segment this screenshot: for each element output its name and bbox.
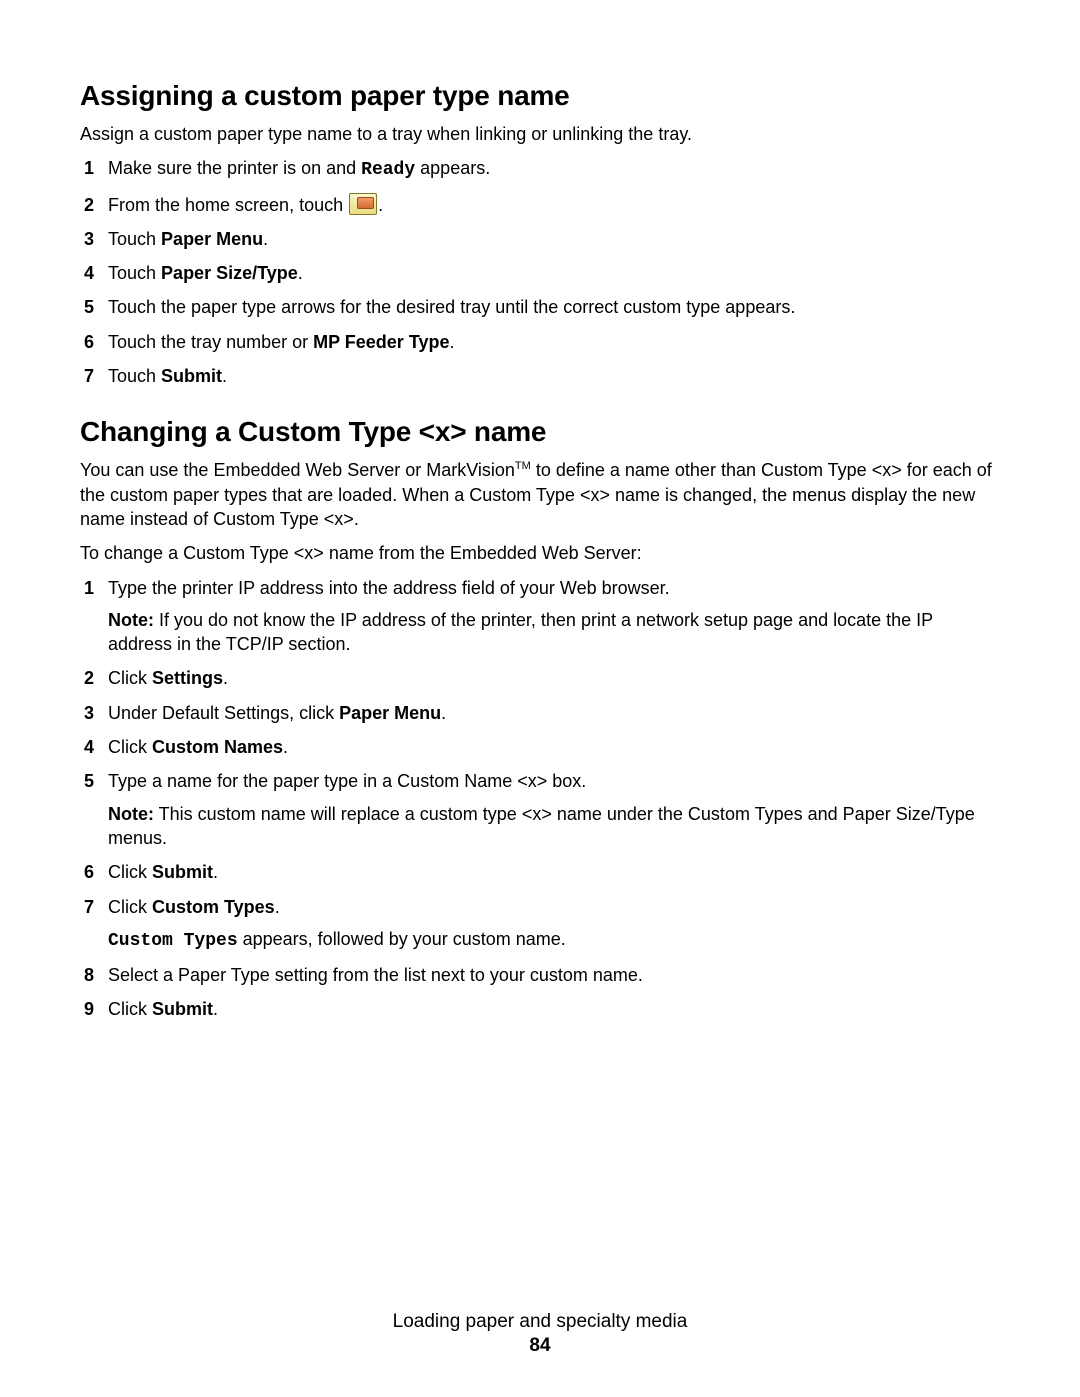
section2-step-8: Select a Paper Type setting from the lis…	[80, 963, 1000, 987]
section2-step-5: Type a name for the paper type in a Cust…	[80, 769, 1000, 850]
section2-step-1: Type the printer IP address into the add…	[80, 576, 1000, 657]
step-text: Under Default Settings, click	[108, 703, 339, 723]
step-text: Make sure the printer is on and	[108, 158, 361, 178]
section2-intro: You can use the Embedded Web Server or M…	[80, 458, 1000, 531]
step-text: Touch the paper type arrows for the desi…	[108, 297, 795, 317]
section2-step-6: Click Submit.	[80, 860, 1000, 884]
subtext-rest: appears, followed by your custom name.	[238, 929, 566, 949]
section2-step-9: Click Submit.	[80, 997, 1000, 1021]
section1-step-4: Touch Paper Size/Type.	[80, 261, 1000, 285]
step1-note: Note: If you do not know the IP address …	[108, 608, 1000, 657]
step-text: .	[378, 195, 383, 215]
step-text: Select a Paper Type setting from the lis…	[108, 965, 643, 985]
step-text: .	[222, 366, 227, 386]
submit-label: Submit	[152, 999, 213, 1019]
step-text: .	[223, 668, 228, 688]
submit-label: Submit	[161, 366, 222, 386]
step5-note: Note: This custom name will replace a cu…	[108, 802, 1000, 851]
custom-names-label: Custom Names	[152, 737, 283, 757]
section2-step-7: Click Custom Types. Custom Types appears…	[80, 895, 1000, 954]
step-text: .	[450, 332, 455, 352]
section1-step-3: Touch Paper Menu.	[80, 227, 1000, 251]
step7-subtext: Custom Types appears, followed by your c…	[108, 927, 1000, 953]
note-label: Note:	[108, 610, 154, 630]
page-content: Assigning a custom paper type name Assig…	[0, 0, 1080, 1397]
footer-section-title: Loading paper and specialty media	[0, 1311, 1080, 1333]
section2-intro2: To change a Custom Type <x> name from th…	[80, 541, 1000, 565]
step-text: .	[441, 703, 446, 723]
step-text: Touch	[108, 263, 161, 283]
trademark-symbol: TM	[515, 460, 531, 472]
step-text: .	[213, 862, 218, 882]
step-text: Type a name for the paper type in a Cust…	[108, 771, 586, 791]
paper-menu-label: Paper Menu	[161, 229, 263, 249]
step-text: Click	[108, 999, 152, 1019]
step-text: .	[298, 263, 303, 283]
ready-text: Ready	[361, 160, 415, 180]
step-text: Click	[108, 668, 152, 688]
step-text: Click	[108, 862, 152, 882]
note-text: This custom name will replace a custom t…	[108, 804, 975, 848]
settings-menu-icon	[349, 193, 377, 215]
step-text: .	[283, 737, 288, 757]
step-text: .	[213, 999, 218, 1019]
section1-step-2: From the home screen, touch .	[80, 193, 1000, 217]
note-label: Note:	[108, 804, 154, 824]
section1-step-6: Touch the tray number or MP Feeder Type.	[80, 330, 1000, 354]
section1-steps: Make sure the printer is on and Ready ap…	[80, 156, 1000, 388]
submit-label: Submit	[152, 862, 213, 882]
step-text: Click	[108, 897, 152, 917]
step-text: .	[263, 229, 268, 249]
section1-step-1: Make sure the printer is on and Ready ap…	[80, 156, 1000, 182]
step-text: appears.	[415, 158, 490, 178]
note-text: If you do not know the IP address of the…	[108, 610, 933, 654]
section2-step-3: Under Default Settings, click Paper Menu…	[80, 701, 1000, 725]
mp-feeder-type-label: MP Feeder Type	[313, 332, 449, 352]
step-text: From the home screen, touch	[108, 195, 348, 215]
step-text: Touch	[108, 229, 161, 249]
step-text: Touch the tray number or	[108, 332, 313, 352]
custom-types-label: Custom Types	[152, 897, 275, 917]
page-footer: Loading paper and specialty media 84	[0, 1311, 1080, 1357]
section1-step-5: Touch the paper type arrows for the desi…	[80, 295, 1000, 319]
section2-step-2: Click Settings.	[80, 666, 1000, 690]
settings-label: Settings	[152, 668, 223, 688]
section2-heading: Changing a Custom Type <x> name	[80, 416, 1000, 448]
paper-menu-label: Paper Menu	[339, 703, 441, 723]
step-text: Click	[108, 737, 152, 757]
section1-heading: Assigning a custom paper type name	[80, 80, 1000, 112]
section1-step-7: Touch Submit.	[80, 364, 1000, 388]
footer-page-number: 84	[0, 1335, 1080, 1357]
section2-step-4: Click Custom Names.	[80, 735, 1000, 759]
paper-size-type-label: Paper Size/Type	[161, 263, 298, 283]
section2-steps: Type the printer IP address into the add…	[80, 576, 1000, 1022]
intro-text: You can use the Embedded Web Server or M…	[80, 460, 515, 480]
step-text: .	[275, 897, 280, 917]
step-text: Touch	[108, 366, 161, 386]
step-text: Type the printer IP address into the add…	[108, 578, 670, 598]
section1-intro: Assign a custom paper type name to a tra…	[80, 122, 1000, 146]
custom-types-mono: Custom Types	[108, 931, 238, 951]
